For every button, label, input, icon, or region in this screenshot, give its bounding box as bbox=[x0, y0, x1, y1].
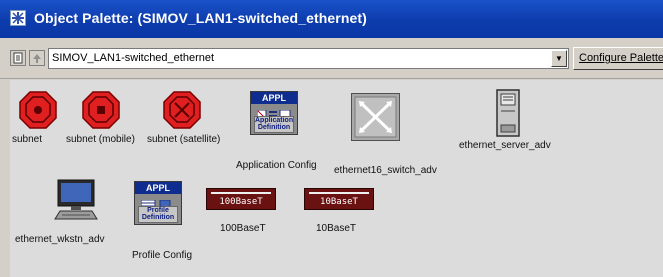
application-config-icon[interactable]: APPL Application Definition bbox=[250, 91, 298, 135]
title-bar[interactable]: Object Palette: (SIMOV_LAN1-switched_eth… bbox=[0, 0, 663, 38]
subnet-label: subnet bbox=[12, 134, 43, 145]
ethernet-switch-label: ethernet16_switch_adv bbox=[334, 165, 437, 176]
link-arrow bbox=[309, 192, 369, 194]
100baset-link-icon[interactable]: 100BaseT bbox=[206, 188, 276, 210]
subnet-satellite-icon[interactable] bbox=[163, 91, 201, 129]
window-title: Object Palette: (SIMOV_LAN1-switched_eth… bbox=[34, 10, 367, 26]
up-level-button[interactable] bbox=[29, 50, 45, 66]
ethernet-switch-icon[interactable] bbox=[351, 93, 400, 141]
toolbar: SIMOV_LAN1-switched_ethernet ▼ Configure… bbox=[0, 38, 663, 79]
configure-palette-button[interactable]: Configure Palette bbox=[573, 47, 663, 70]
subnet-icon[interactable] bbox=[19, 91, 57, 129]
appl-sublabel: Profile Definition bbox=[138, 206, 178, 223]
chevron-down-icon[interactable]: ▼ bbox=[551, 50, 567, 67]
tree-view-button[interactable] bbox=[10, 50, 26, 66]
10baset-link-icon[interactable]: 10BaseT bbox=[304, 188, 374, 210]
100baset-label: 100BaseT bbox=[220, 223, 266, 234]
configure-palette-label: Configure Palette bbox=[579, 52, 663, 64]
palette-area: subnet subnet (mobile) subnet (satellite… bbox=[10, 80, 663, 277]
subnet-satellite-label: subnet (satellite) bbox=[147, 134, 221, 145]
profile-config-label: Profile Config bbox=[132, 250, 193, 261]
subnet-mobile-icon[interactable] bbox=[82, 91, 120, 129]
palette-path-select[interactable]: SIMOV_LAN1-switched_ethernet bbox=[48, 48, 569, 69]
server-label: ethernet_server_adv bbox=[459, 140, 551, 151]
link-text: 100BaseT bbox=[219, 197, 263, 207]
palette-window-icon bbox=[10, 10, 26, 26]
workstation-icon[interactable] bbox=[54, 179, 98, 220]
link-text: 10BaseT bbox=[320, 197, 358, 207]
application-config-label: Application Config bbox=[236, 160, 317, 171]
workstation-label: ethernet_wkstn_adv bbox=[15, 234, 105, 245]
link-arrow bbox=[211, 192, 271, 194]
app-mini-icons bbox=[256, 106, 291, 120]
10baset-label: 10BaseT bbox=[316, 223, 357, 234]
appl-badge: APPL bbox=[135, 182, 181, 194]
appl-sublabel: Application Definition bbox=[254, 116, 294, 133]
server-icon[interactable] bbox=[496, 89, 520, 137]
object-palette-window: Object Palette: (SIMOV_LAN1-switched_eth… bbox=[0, 0, 663, 277]
appl-badge: APPL bbox=[251, 92, 297, 104]
profile-config-icon[interactable]: APPL Profile Definition bbox=[134, 181, 182, 225]
profile-mini-icons bbox=[140, 196, 175, 210]
subnet-mobile-label: subnet (mobile) bbox=[66, 134, 135, 145]
